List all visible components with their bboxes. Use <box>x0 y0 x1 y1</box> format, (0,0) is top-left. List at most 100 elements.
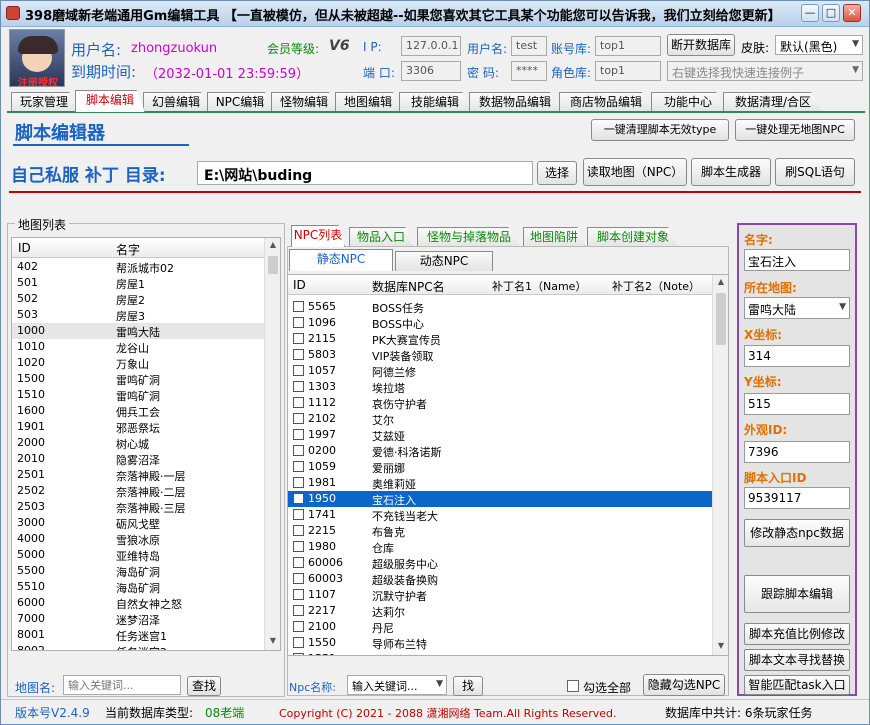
table-row[interactable]: 501 房屋1 <box>12 275 265 291</box>
npc-grid-scrollbar[interactable]: ▲ ▼ <box>712 275 728 655</box>
row-checkbox[interactable] <box>293 573 304 584</box>
tab-script[interactable]: 脚本编辑 <box>75 90 145 112</box>
tab-item-entry[interactable]: 物品入口 <box>349 227 413 247</box>
map-search-input[interactable] <box>63 675 181 695</box>
table-row[interactable]: 8002 任务迷宫2 <box>12 643 265 650</box>
detail-y-field[interactable]: 515 <box>744 393 850 415</box>
modify-static-npc-button[interactable]: 修改静态npc数据 <box>744 519 850 547</box>
table-row[interactable]: 1010 龙谷山 <box>12 339 265 355</box>
detail-entry-field[interactable]: 9539117 <box>744 487 850 509</box>
read-map-npc-button[interactable]: 读取地图（NPC） <box>583 158 687 186</box>
table-row[interactable]: 5500 海岛矿洞 <box>12 563 265 579</box>
table-row[interactable]: 0200 爱德·科洛诺斯 <box>288 443 712 459</box>
tab-pet[interactable]: 幻兽编辑 <box>143 92 209 112</box>
scroll-up-icon[interactable]: ▲ <box>267 240 279 252</box>
tab-script-object[interactable]: 脚本创建对象 <box>587 227 679 247</box>
table-row[interactable]: 1550 导师布兰特 <box>288 635 712 651</box>
smart-match-task-button[interactable]: 智能匹配task入口 <box>744 675 850 695</box>
scroll-thumb[interactable] <box>716 293 726 345</box>
table-row[interactable]: 1000 雷鸣大陆 <box>12 323 265 339</box>
quick-connect-select[interactable]: 右键选择我快速连接例子 ▼ <box>667 61 863 81</box>
table-row[interactable]: 1600 佣兵工会 <box>12 403 265 419</box>
tab-npc[interactable]: NPC编辑 <box>207 92 273 112</box>
table-row[interactable]: 60006 超级服务中心 <box>288 555 712 571</box>
row-checkbox[interactable] <box>293 413 304 424</box>
map-list-grid[interactable]: ID 名字 402 帮派城市02 501 房屋1 502 房屋2 503 房屋3 1000 雷鸣大… <box>11 237 281 651</box>
clean-invalid-type-button[interactable]: 一键清理脚本无效type <box>591 119 729 141</box>
scroll-down-icon[interactable]: ▼ <box>267 636 279 648</box>
table-row[interactable]: 2502 奈落神殿·二层 <box>12 483 265 499</box>
table-row[interactable]: 7000 迷梦沼泽 <box>12 611 265 627</box>
refresh-sql-button[interactable]: 刷SQL语句 <box>775 158 855 186</box>
maximize-button[interactable]: □ <box>822 4 840 22</box>
scroll-thumb[interactable] <box>268 256 278 274</box>
detail-name-field[interactable]: 宝石注入 <box>744 249 850 271</box>
clean-nomap-npc-button[interactable]: 一键处理无地图NPC <box>735 119 855 141</box>
ip-field[interactable]: 127.0.0.1 <box>401 36 461 56</box>
db-user-field[interactable]: test <box>511 36 547 56</box>
table-row[interactable]: 2010 隐雾沼泽 <box>12 451 265 467</box>
row-checkbox[interactable] <box>293 525 304 536</box>
table-row[interactable]: 2217 达莉尔 <box>288 603 712 619</box>
tab-npc-list[interactable]: NPC列表 <box>291 225 345 247</box>
row-checkbox[interactable] <box>293 509 304 520</box>
tab-item[interactable]: 数据物品编辑 <box>469 92 561 112</box>
minimize-button[interactable]: — <box>801 4 819 22</box>
table-row[interactable]: 2102 艾尔 <box>288 411 712 427</box>
row-checkbox[interactable] <box>293 333 304 344</box>
row-checkbox[interactable] <box>293 365 304 376</box>
row-checkbox[interactable] <box>293 397 304 408</box>
table-row[interactable]: 1551 道格拉斯 <box>288 651 712 655</box>
tab-map[interactable]: 地图编辑 <box>335 92 401 112</box>
table-row[interactable]: 5000 亚维特岛 <box>12 547 265 563</box>
table-row[interactable]: 2000 树心城 <box>12 435 265 451</box>
table-row[interactable]: 4000 雪狼冰原 <box>12 531 265 547</box>
table-row[interactable]: 1107 沉默守护者 <box>288 587 712 603</box>
db-password-field[interactable]: **** <box>511 61 547 81</box>
hide-checked-npc-button[interactable]: 隐藏勾选NPC <box>643 674 725 696</box>
table-row[interactable]: 60003 超级装备换购 <box>288 571 712 587</box>
port-field[interactable]: 3306 <box>401 61 461 81</box>
row-checkbox[interactable] <box>293 493 304 504</box>
table-row[interactable]: 5803 VIP装备领取 <box>288 347 712 363</box>
row-checkbox[interactable] <box>293 605 304 616</box>
table-row[interactable]: 2215 布鲁克 <box>288 523 712 539</box>
row-checkbox[interactable] <box>293 477 304 488</box>
npc-search-input[interactable]: 输入关键词... ▼ <box>347 675 447 695</box>
role-db-field[interactable]: top1 <box>595 61 661 81</box>
table-row[interactable]: 1510 雷鸣矿洞 <box>12 387 265 403</box>
disconnect-db-button[interactable]: 断开数据库 <box>667 34 735 56</box>
row-checkbox[interactable] <box>293 429 304 440</box>
tab-monster[interactable]: 怪物编辑 <box>271 92 337 112</box>
text-find-replace-button[interactable]: 脚本文本寻找替换 <box>744 649 850 671</box>
check-all-checkbox[interactable] <box>567 680 579 692</box>
table-row[interactable]: 2501 奈落神殿·一层 <box>12 467 265 483</box>
account-db-field[interactable]: top1 <box>595 36 661 56</box>
row-checkbox[interactable] <box>293 589 304 600</box>
table-row[interactable]: 2115 PK大赛宣传员 <box>288 331 712 347</box>
row-checkbox[interactable] <box>293 461 304 472</box>
row-checkbox[interactable] <box>293 381 304 392</box>
map-search-button[interactable]: 查找 <box>187 676 221 696</box>
table-row[interactable]: 1980 仓库 <box>288 539 712 555</box>
table-row[interactable]: 2503 奈落神殿·三层 <box>12 499 265 515</box>
row-checkbox[interactable] <box>293 637 304 648</box>
table-row[interactable]: 1059 爱丽娜 <box>288 459 712 475</box>
tab-monster-drop[interactable]: 怪物与掉落物品 <box>417 227 521 247</box>
tab-cleanup[interactable]: 数据清理/合区 <box>723 92 823 112</box>
table-row[interactable]: 1741 不充钱当老大 <box>288 507 712 523</box>
table-row[interactable]: 502 房屋2 <box>12 291 265 307</box>
tab-player[interactable]: 玩家管理 <box>11 92 77 112</box>
table-row[interactable]: 1303 埃拉塔 <box>288 379 712 395</box>
detail-look-field[interactable]: 7396 <box>744 441 850 463</box>
tab-function[interactable]: 功能中心 <box>651 92 725 112</box>
tab-dynamic-npc[interactable]: 动态NPC <box>395 251 493 271</box>
detail-x-field[interactable]: 314 <box>744 345 850 367</box>
table-row[interactable]: 5565 BOSS任务 <box>288 299 712 315</box>
tab-shop[interactable]: 商店物品编辑 <box>559 92 653 112</box>
tab-skill[interactable]: 技能编辑 <box>399 92 471 112</box>
row-checkbox[interactable] <box>293 349 304 360</box>
trace-script-edit-button[interactable]: 跟踪脚本编辑 <box>744 575 850 613</box>
skin-select[interactable]: 默认(黑色) ▼ <box>775 35 863 55</box>
row-checkbox[interactable] <box>293 557 304 568</box>
